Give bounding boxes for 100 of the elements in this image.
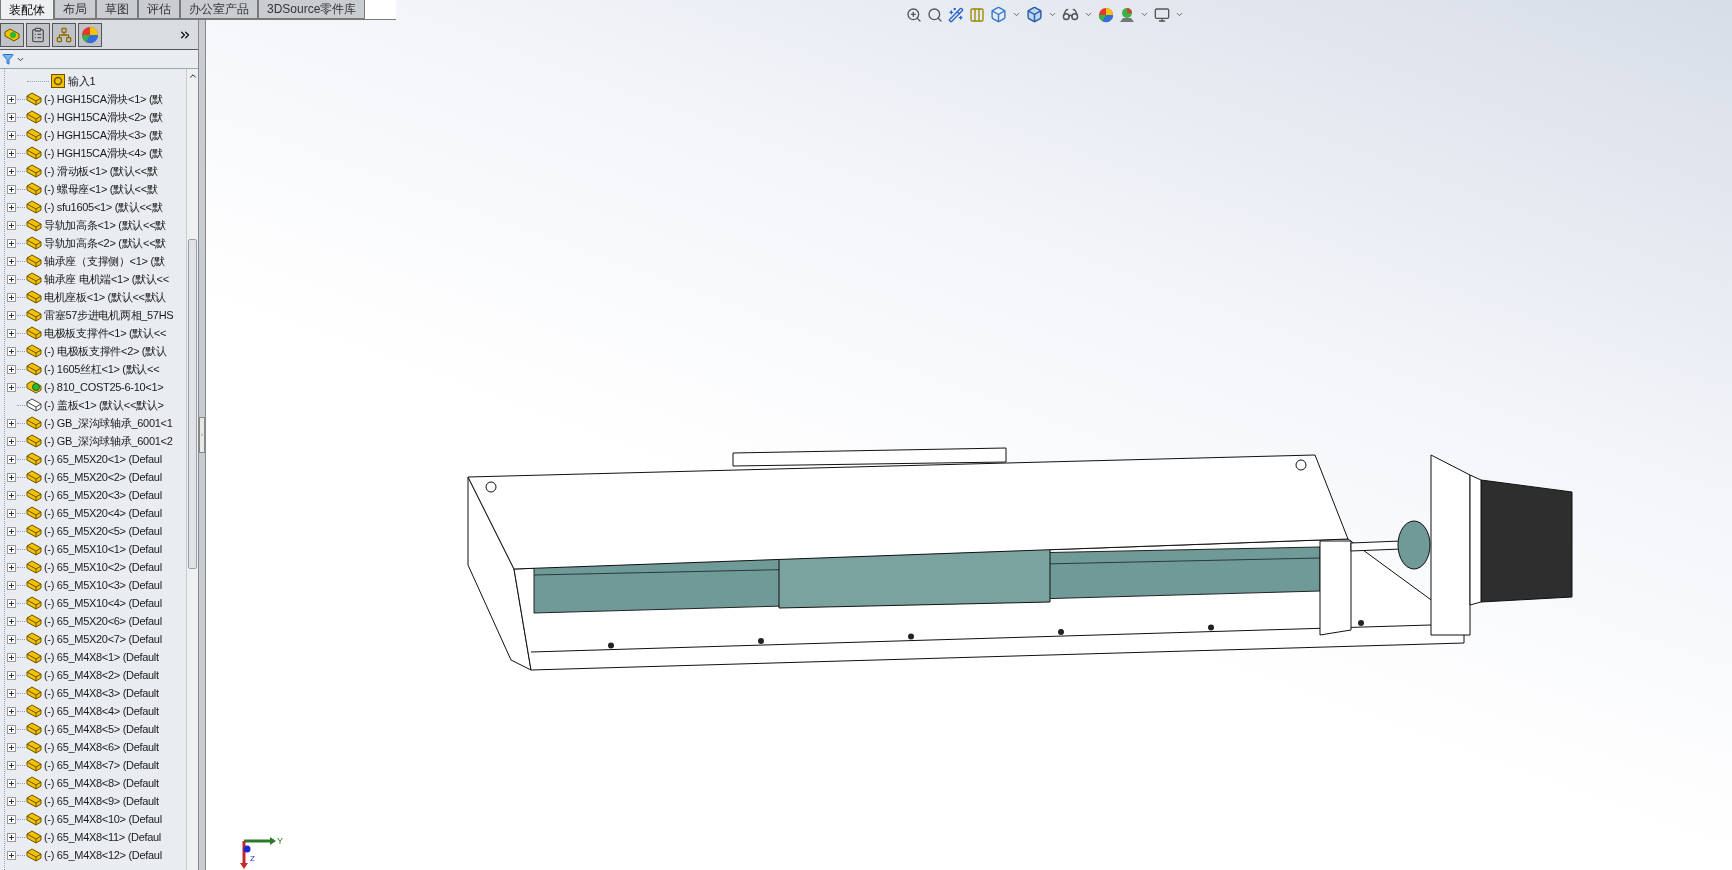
tree-item[interactable]: (-) 65_M4X8<3> (Default <box>44 687 159 699</box>
expand-icon[interactable] <box>6 616 16 626</box>
tree-item[interactable]: (-) 65_M5X20<5> (Defaul <box>44 525 162 537</box>
tree-item[interactable]: (-) HGH15CA滑块<3> (默 <box>44 129 163 141</box>
expand-icon[interactable] <box>6 850 16 860</box>
expand-icon[interactable] <box>6 220 16 230</box>
panel-collapse-handle[interactable] <box>199 417 205 453</box>
tree-item[interactable]: 轴承座（支撑侧）<1> (默 <box>44 255 165 267</box>
expand-icon[interactable] <box>6 94 16 104</box>
tree-item[interactable]: (-) 65_M4X8<9> (Default <box>44 795 159 807</box>
expand-icon[interactable] <box>6 508 16 518</box>
expand-icon[interactable] <box>6 256 16 266</box>
scrollbar-track[interactable] <box>186 69 198 870</box>
expand-icon[interactable] <box>6 796 16 806</box>
wand-icon[interactable] <box>948 6 964 23</box>
tree-item[interactable]: (-) 65_M5X20<3> (Defaul <box>44 489 162 501</box>
tree-item[interactable]: (-) 810_COST25-6-10<1> <box>44 381 164 393</box>
tree-item[interactable]: 电机座板<1> (默认<<默认 <box>44 291 167 303</box>
expand-icon[interactable] <box>6 598 16 608</box>
expand-icon[interactable] <box>6 724 16 734</box>
expand-icon[interactable] <box>6 544 16 554</box>
expand-icon[interactable] <box>6 490 16 500</box>
expand-icon[interactable] <box>6 670 16 680</box>
filter-icon[interactable] <box>2 53 14 65</box>
tree-item[interactable]: 输入1 <box>68 75 96 87</box>
expand-icon[interactable] <box>6 634 16 644</box>
tree-item[interactable]: (-) 1605丝杠<1> (默认<< <box>44 363 160 375</box>
tree-item[interactable]: (-) 65_M4X8<6> (Default <box>44 741 159 753</box>
caret-icon[interactable] <box>1012 10 1021 19</box>
tree-item[interactable]: (-) 65_M5X20<7> (Defaul <box>44 633 162 645</box>
tree-item[interactable]: (-) 65_M5X20<6> (Defaul <box>44 615 162 627</box>
property-manager-tab[interactable] <box>26 22 50 47</box>
expand-icon[interactable] <box>6 526 16 536</box>
expand-icon[interactable] <box>6 760 16 770</box>
expand-icon[interactable] <box>6 292 16 302</box>
scrollbar-thumb[interactable] <box>188 239 197 569</box>
scroll-up-icon[interactable] <box>187 71 198 81</box>
expand-icon[interactable] <box>6 202 16 212</box>
tab[interactable]: 装配体 <box>0 0 54 19</box>
tree-item[interactable]: (-) 65_M5X20<2> (Defaul <box>44 471 162 483</box>
tree-item[interactable]: (-) 65_M4X8<4> (Default <box>44 705 159 717</box>
tree-item[interactable]: (-) HGH15CA滑块<4> (默 <box>44 147 163 159</box>
expand-icon[interactable] <box>6 328 16 338</box>
tree-item[interactable]: (-) 65_M5X10<4> (Defaul <box>44 597 162 609</box>
caret-icon[interactable] <box>1048 10 1057 19</box>
expand-icon[interactable] <box>6 166 16 176</box>
expand-icon[interactable] <box>6 454 16 464</box>
expand-icon[interactable] <box>6 238 16 248</box>
tree-item[interactable]: (-) 65_M4X8<2> (Default <box>44 669 159 681</box>
color-sphere-icon[interactable] <box>1098 6 1114 23</box>
expand-icon[interactable] <box>6 688 16 698</box>
monitor-icon[interactable] <box>1154 6 1170 23</box>
tab[interactable]: 办公室产品 <box>180 0 258 19</box>
tree-item[interactable]: (-) 盖板<1> (默认<<默认> <box>44 399 164 411</box>
tree-item[interactable]: (-) 螺母座<1> (默认<<默 <box>44 183 158 195</box>
tree-item[interactable]: (-) 65_M4X8<10> (Defaul <box>44 813 162 825</box>
expand-icon[interactable] <box>6 148 16 158</box>
tree-item[interactable]: 雷塞57步进电机两相_57HS <box>44 309 174 321</box>
caret-icon[interactable] <box>1140 10 1149 19</box>
caret-icon[interactable] <box>1175 10 1184 19</box>
tree-item[interactable]: 导轨加高条<2> (默认<<默 <box>44 237 167 249</box>
tree-item[interactable]: (-) sfu1605<1> (默认<<默 <box>44 201 163 213</box>
tab[interactable]: 评估 <box>138 0 180 19</box>
tree-item[interactable]: (-) HGH15CA滑块<2> (默 <box>44 111 163 123</box>
expand-icon[interactable] <box>6 472 16 482</box>
expand-icon[interactable] <box>6 184 16 194</box>
tree-item[interactable]: (-) 65_M4X8<11> (Defaul <box>44 831 162 843</box>
expand-icon[interactable] <box>6 382 16 392</box>
tree-item[interactable]: (-) 65_M4X8<12> (Defaul <box>44 849 162 861</box>
tree-item[interactable]: (-) 65_M5X20<4> (Defaul <box>44 507 162 519</box>
expand-icon[interactable] <box>6 130 16 140</box>
expand-icon[interactable] <box>6 778 16 788</box>
glasses-icon[interactable] <box>1062 6 1079 23</box>
tab[interactable]: 草图 <box>96 0 138 19</box>
tree-item[interactable]: 导轨加高条<1> (默认<<默 <box>44 219 167 231</box>
tree-item[interactable]: (-) 65_M5X20<1> (Defaul <box>44 453 162 465</box>
expand-icon[interactable] <box>6 562 16 572</box>
expand-icon[interactable] <box>6 832 16 842</box>
tab[interactable]: 布局 <box>54 0 96 19</box>
configuration-tab[interactable] <box>52 22 76 47</box>
tab[interactable]: 3DSource零件库 <box>258 0 366 19</box>
tree-item[interactable]: (-) GB_深沟球轴承_6001<2 <box>44 435 173 447</box>
tree-item[interactable]: (-) 65_M4X8<8> (Default <box>44 777 159 789</box>
caret-icon[interactable] <box>1084 10 1093 19</box>
expand-icon[interactable] <box>6 346 16 356</box>
tree-item[interactable]: (-) 电极板支撑件<2> (默认 <box>44 345 167 357</box>
tree-item[interactable]: (-) 65_M5X10<3> (Defaul <box>44 579 162 591</box>
tree-item[interactable]: 电极板支撑件<1> (默认<< <box>44 327 167 339</box>
expand-icon[interactable] <box>6 436 16 446</box>
tree-item[interactable]: (-) 65_M4X8<1> (Default <box>44 651 159 663</box>
appearance-tab[interactable] <box>78 22 102 47</box>
expand-icon[interactable] <box>6 580 16 590</box>
feature-tree-tab[interactable] <box>0 22 24 47</box>
expand-icon[interactable] <box>6 310 16 320</box>
expand-icon[interactable] <box>6 652 16 662</box>
zoom-icon[interactable] <box>906 6 922 23</box>
cube-icon[interactable] <box>1026 6 1043 23</box>
tree-item[interactable]: (-) 65_M5X10<1> (Defaul <box>44 543 162 555</box>
tree-item[interactable]: (-) 65_M5X10<2> (Defaul <box>44 561 162 573</box>
cube-icon[interactable] <box>990 6 1007 23</box>
